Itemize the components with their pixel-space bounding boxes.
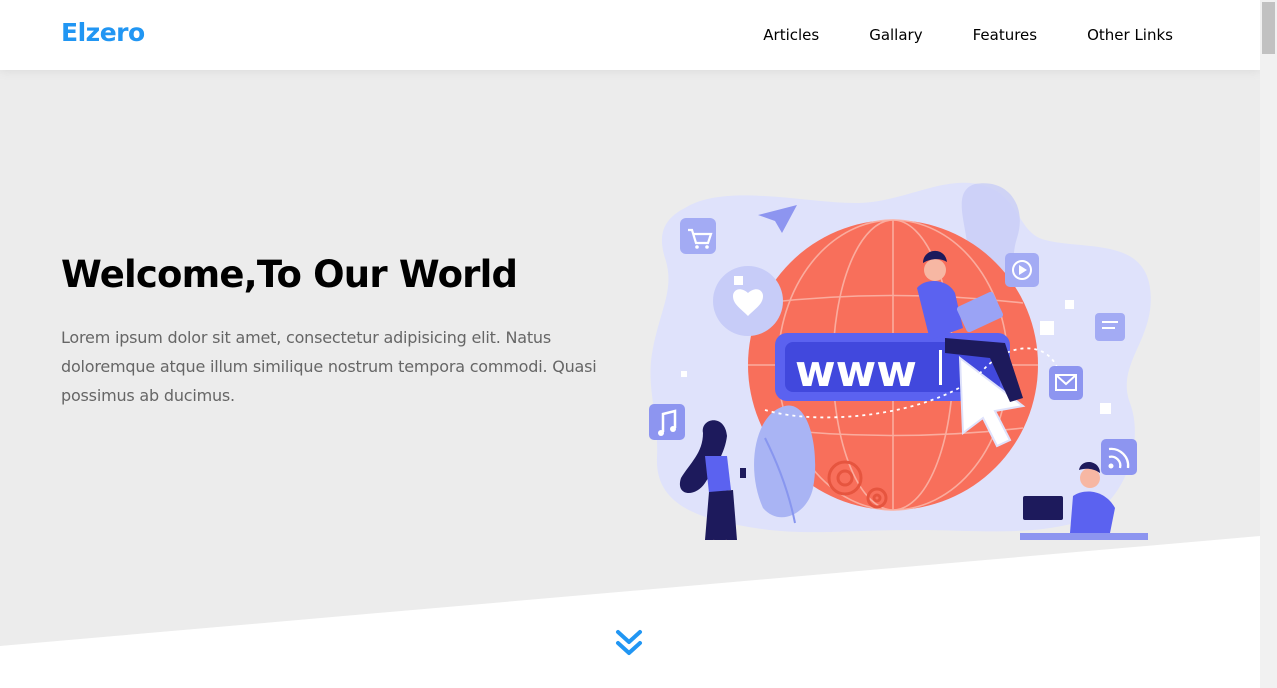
logo[interactable]: Elzero [61, 18, 145, 47]
page: Elzero Articles Gallary Features Other L… [0, 0, 1260, 688]
double-chevron-down-icon[interactable] [615, 628, 643, 658]
music-note-icon [649, 404, 685, 440]
illustration-www-text: www [795, 346, 917, 397]
www-illustration: www [649, 182, 1151, 540]
nav-item-features: Features [973, 25, 1038, 44]
nav-link-features[interactable]: Features [973, 26, 1038, 44]
nav-item-articles: Articles [763, 25, 819, 44]
landing-intro: Welcome,To Our World Lorem ipsum dolor s… [61, 253, 601, 410]
landing-section: Welcome,To Our World Lorem ipsum dolor s… [0, 70, 1260, 688]
mail-icon [1049, 366, 1083, 400]
chat-message-icon [1095, 313, 1125, 341]
landing-title: Welcome,To Our World [61, 253, 518, 296]
nav-item-gallary: Gallary [869, 25, 922, 44]
landing-description: Lorem ipsum dolor sit amet, consectetur … [61, 328, 597, 405]
play-icon [1005, 253, 1039, 287]
nav-link-gallary[interactable]: Gallary [869, 26, 922, 44]
main-nav: Articles Gallary Features Other Links [713, 25, 1173, 44]
header: Elzero Articles Gallary Features Other L… [0, 0, 1260, 70]
heart-chat-icon [713, 266, 783, 336]
nav-item-other-links: Other Links [1087, 25, 1173, 44]
nav-link-articles[interactable]: Articles [763, 26, 819, 44]
vertical-scrollbar[interactable] [1260, 0, 1277, 688]
scrollbar-thumb[interactable] [1262, 2, 1275, 54]
cart-icon [680, 218, 716, 254]
nav-link-other-links[interactable]: Other Links [1087, 26, 1173, 44]
rss-icon [1101, 439, 1137, 475]
